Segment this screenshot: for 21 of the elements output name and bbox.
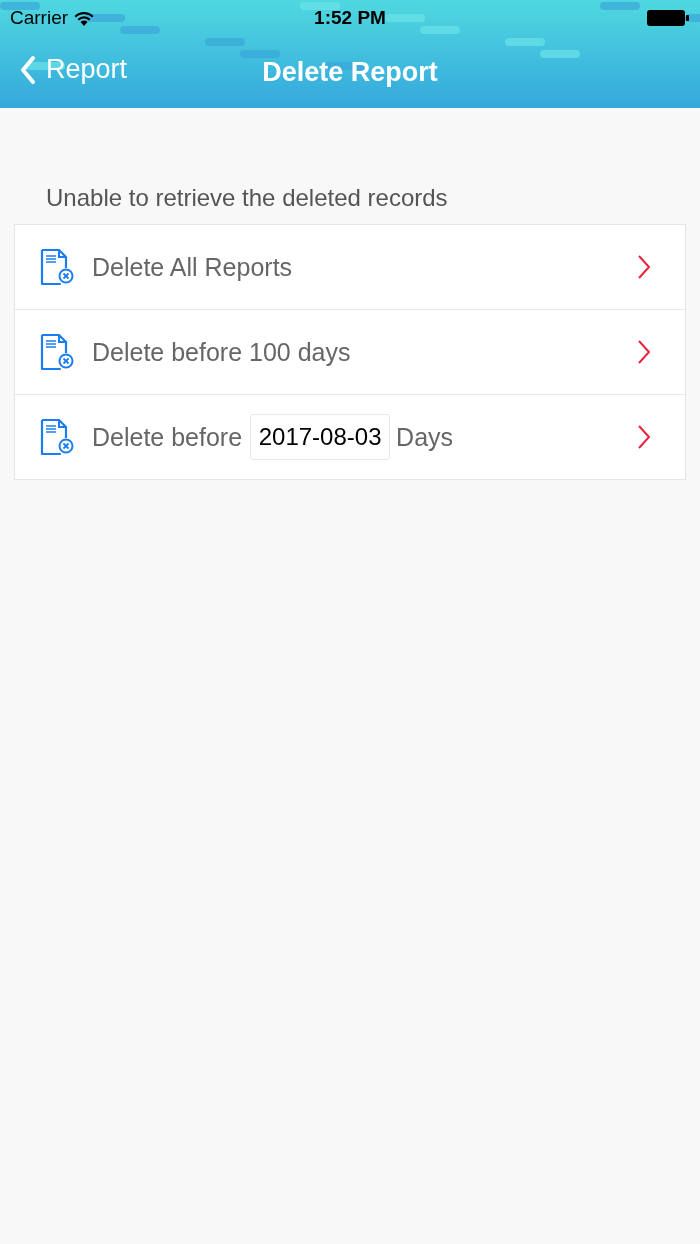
- wifi-icon: [74, 10, 95, 26]
- option-suffix: Days: [396, 422, 454, 452]
- warning-text: Unable to retrieve the deleted records: [46, 184, 449, 213]
- status-time: 1:52 PM: [314, 7, 386, 29]
- delete-option[interactable]: Delete before 100 days: [15, 310, 685, 395]
- chevron-icon: [637, 254, 651, 280]
- chevron-icon: [637, 424, 651, 450]
- back-chevron-icon: [20, 54, 36, 85]
- option-label: Delete before: [92, 422, 243, 452]
- document-delete-icon: [40, 333, 74, 371]
- carrier-label: Carrier: [10, 7, 69, 29]
- screen-title: Delete Report: [262, 56, 438, 88]
- delete-option[interactable]: Delete before 2017-08-03 Days: [15, 395, 685, 479]
- document-delete-icon: [40, 418, 74, 456]
- delete-option[interactable]: Delete All Reports: [15, 225, 685, 310]
- chevron-icon: [637, 339, 651, 365]
- battery-icon: [646, 9, 690, 27]
- option-label: Delete before 100 days: [92, 337, 351, 367]
- option-label: Delete All Reports: [92, 252, 293, 282]
- date-field[interactable]: 2017-08-03: [250, 414, 391, 460]
- document-delete-icon: [40, 248, 74, 286]
